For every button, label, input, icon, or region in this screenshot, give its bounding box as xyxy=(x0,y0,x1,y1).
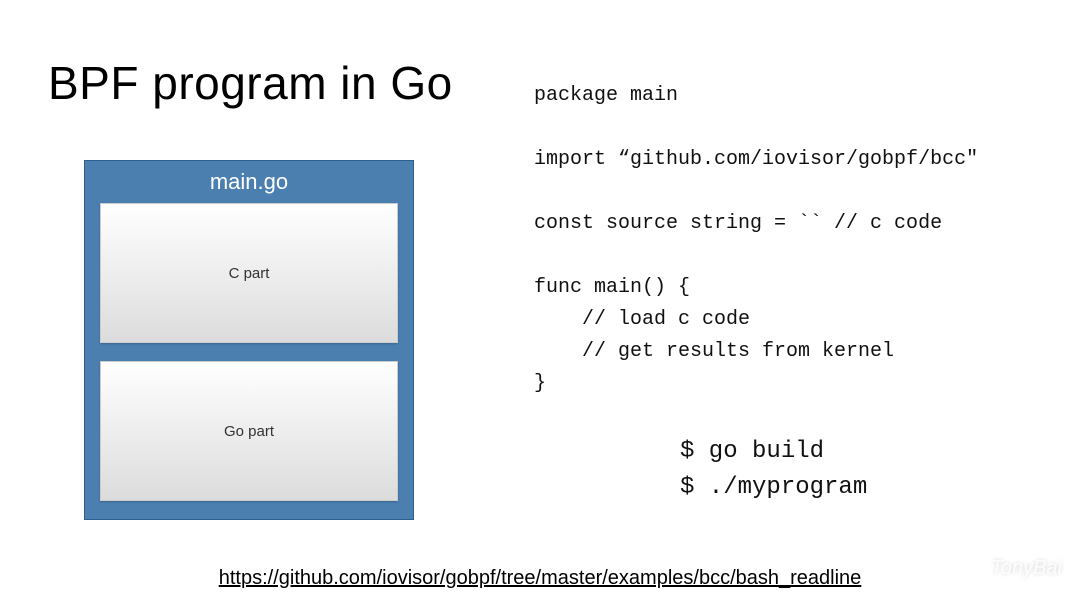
code-line: package main xyxy=(534,84,678,107)
code-line: // get results from kernel xyxy=(534,340,894,363)
go-part-label: Go part xyxy=(224,423,274,440)
main-go-diagram: main.go C part Go part xyxy=(84,160,414,520)
wechat-icon xyxy=(959,558,981,580)
diagram-filename: main.go xyxy=(85,169,413,195)
code-line: import “github.com/iovisor/gobpf/bcc" xyxy=(534,148,978,171)
cmd-line: $ ./myprogram xyxy=(680,474,867,501)
footer-link-wrap: https://github.com/iovisor/gobpf/tree/ma… xyxy=(0,567,1080,590)
go-code-block: package main import “github.com/iovisor/… xyxy=(534,80,1050,400)
code-line: func main() { xyxy=(534,276,690,299)
code-line: const source string = `` // c code xyxy=(534,212,942,235)
cmd-line: $ go build xyxy=(680,438,824,465)
go-part-box: Go part xyxy=(100,361,398,501)
watermark: TonyBai xyxy=(959,557,1062,580)
shell-commands: $ go build $ ./myprogram xyxy=(680,434,867,506)
c-part-label: C part xyxy=(229,265,270,282)
watermark-text: TonyBai xyxy=(990,557,1062,579)
slide: BPF program in Go main.go C part Go part… xyxy=(0,0,1080,608)
c-part-box: C part xyxy=(100,203,398,343)
slide-title: BPF program in Go xyxy=(48,56,453,110)
example-link[interactable]: https://github.com/iovisor/gobpf/tree/ma… xyxy=(219,567,862,589)
code-line: // load c code xyxy=(534,308,750,331)
code-line: } xyxy=(534,372,546,395)
